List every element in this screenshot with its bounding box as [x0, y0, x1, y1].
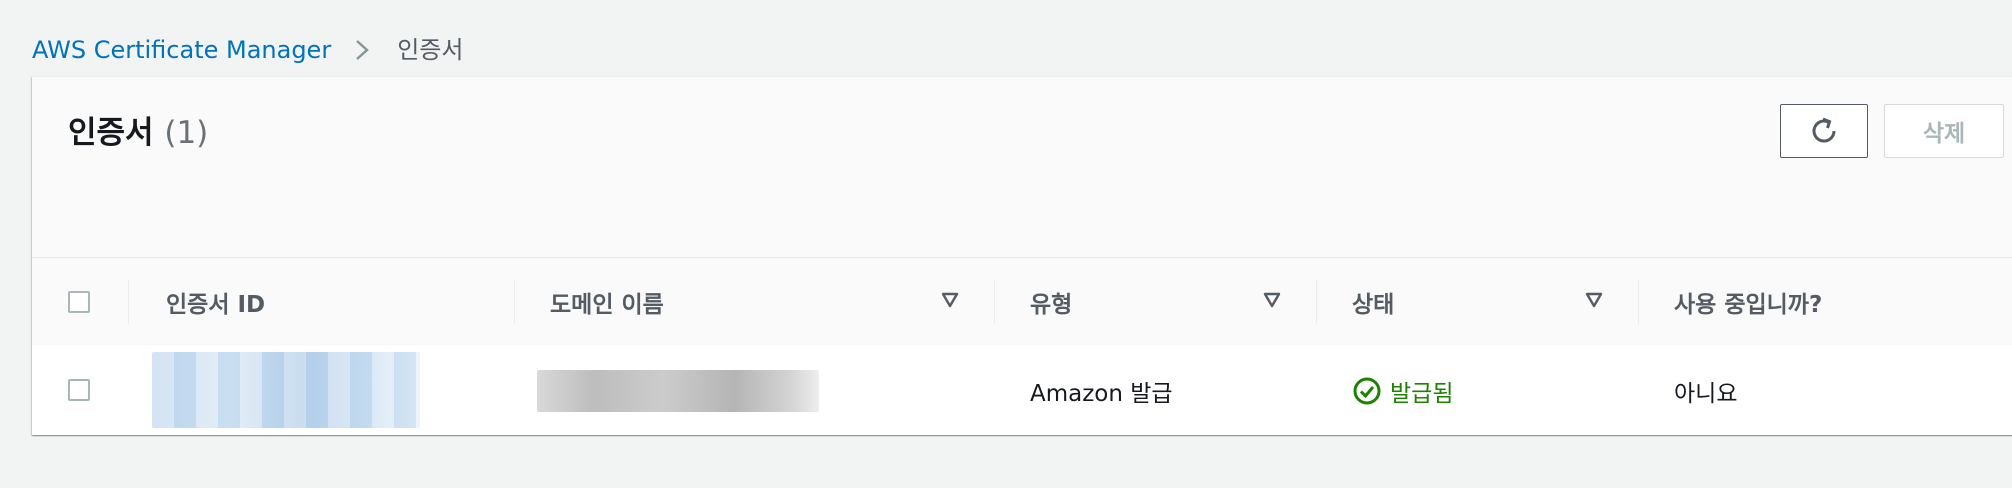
- column-divider[interactable]: [1316, 280, 1317, 324]
- row-select-checkbox[interactable]: [68, 379, 90, 401]
- column-header-type[interactable]: 유형: [1030, 258, 1072, 346]
- breadcrumb-current: 인증서: [397, 36, 464, 64]
- delete-button[interactable]: 삭제: [1884, 104, 2004, 158]
- select-all-checkbox[interactable]: [68, 291, 90, 313]
- column-header-domain-name[interactable]: 도메인 이름: [550, 258, 664, 346]
- sort-triangle-icon[interactable]: [940, 290, 960, 310]
- page-title: 인증서 (1): [68, 111, 208, 155]
- certificate-count: (1): [164, 115, 209, 151]
- domain-name-redacted: [537, 370, 819, 412]
- refresh-icon: [1812, 117, 1836, 143]
- column-header-certificate-id[interactable]: 인증서 ID: [166, 258, 265, 346]
- status-text: 발급됨: [1390, 380, 1454, 407]
- cell-status: 발급됨: [1352, 346, 1453, 435]
- chevron-right-icon: [353, 39, 375, 61]
- column-header-in-use[interactable]: 사용 중입니까?: [1674, 258, 1822, 346]
- column-divider: [128, 280, 129, 324]
- column-divider[interactable]: [514, 280, 515, 324]
- column-divider[interactable]: [1638, 280, 1639, 324]
- sort-triangle-icon[interactable]: [1584, 290, 1604, 310]
- column-divider[interactable]: [994, 280, 995, 324]
- check-circle-icon: [1353, 377, 1381, 404]
- table-row[interactable]: Amazon 발급 발급됨 아니요: [32, 346, 2012, 435]
- cell-in-use: 아니요: [1674, 380, 1738, 407]
- breadcrumb: AWS Certificate Manager 인증서: [32, 30, 463, 70]
- certificates-panel: 인증서 (1) 삭제 인증서 ID 도메인 이름 유형 상태 사용 중입니까?: [32, 76, 2012, 435]
- breadcrumb-service-link[interactable]: AWS Certificate Manager: [32, 30, 331, 70]
- table-header: 인증서 ID 도메인 이름 유형 상태 사용 중입니까?: [32, 257, 2012, 347]
- certificate-id-link-redacted[interactable]: [152, 352, 420, 428]
- cell-type: Amazon 발급: [1030, 380, 1173, 407]
- panel-title-text: 인증서: [68, 115, 154, 151]
- column-header-status[interactable]: 상태: [1352, 258, 1394, 346]
- sort-triangle-icon[interactable]: [1262, 290, 1282, 310]
- refresh-button[interactable]: [1780, 104, 1868, 158]
